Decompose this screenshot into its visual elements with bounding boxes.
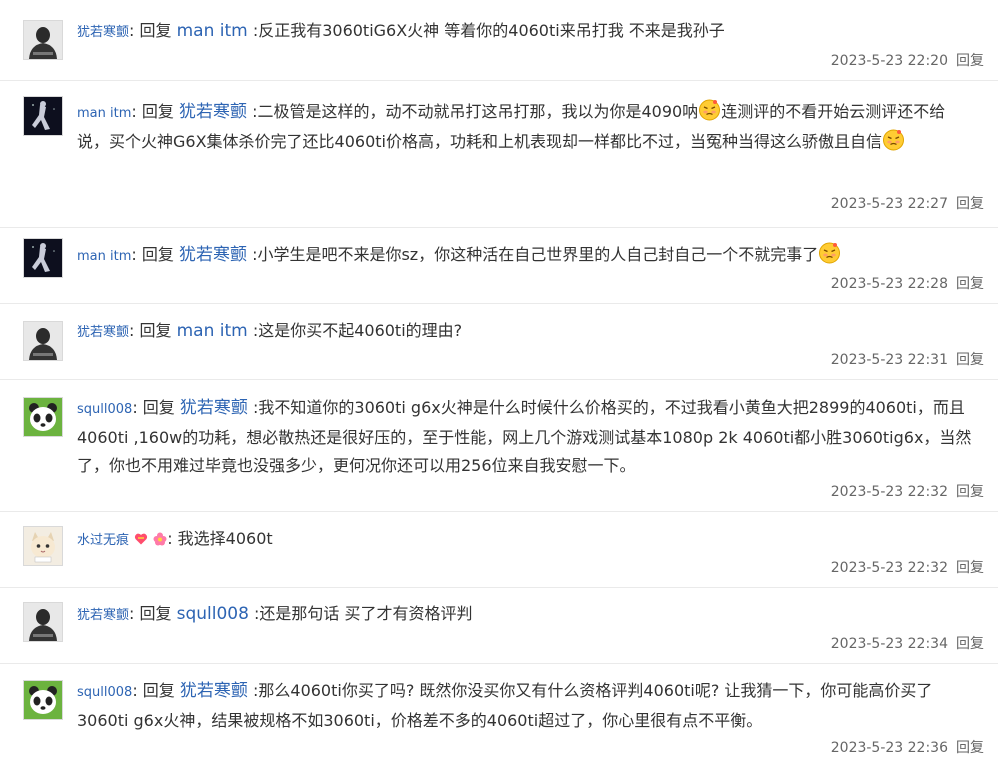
reply-prefix: 回复 bbox=[142, 398, 175, 417]
avatar[interactable] bbox=[23, 20, 63, 60]
reply-content: 水过无痕 : 我选择4060t bbox=[77, 525, 977, 555]
username-link[interactable]: man itm bbox=[77, 249, 131, 264]
reply-prefix: 回复 bbox=[139, 604, 172, 623]
reply-item: 犹若寒颤: 回复 man itm :反正我有3060tiG6X火神 等着你的40… bbox=[0, 0, 998, 81]
reply-meta: 2023-5-23 22:32 回复 bbox=[831, 481, 984, 501]
reply-meta: 2023-5-23 22:36 回复 bbox=[831, 737, 984, 757]
reply-button[interactable]: 回复 bbox=[956, 53, 984, 69]
reply-item: man itm: 回复 犹若寒颤 :二极管是这样的，动不动就吊打这吊打那，我以为… bbox=[0, 81, 998, 228]
reply-prefix: 回复 bbox=[139, 321, 172, 340]
reply-button[interactable]: 回复 bbox=[956, 636, 984, 652]
colon-separator: : bbox=[129, 21, 140, 40]
angry-face-emoji-icon bbox=[698, 98, 721, 121]
reply-prefix: 回复 bbox=[141, 245, 174, 264]
timestamp: 2023-5-23 22:36 bbox=[830, 740, 948, 756]
timestamp: 2023-5-23 22:32 bbox=[830, 560, 948, 576]
reply-target-link[interactable]: squll008 bbox=[177, 604, 249, 624]
username-link[interactable]: squll008 bbox=[77, 402, 132, 417]
reply-button[interactable]: 回复 bbox=[956, 276, 984, 292]
reply-item: squll008: 回复 犹若寒颤 :我不知道你的3060ti g6x火神是什么… bbox=[0, 380, 998, 512]
reply-content: man itm: 回复 犹若寒颤 :二极管是这样的，动不动就吊打这吊打那，我以为… bbox=[77, 98, 977, 156]
reply-meta: 2023-5-23 22:31 回复 bbox=[831, 349, 984, 369]
reply-button[interactable]: 回复 bbox=[956, 352, 984, 368]
username-link[interactable]: 犹若寒颤 bbox=[77, 25, 129, 40]
reply-button[interactable]: 回复 bbox=[956, 196, 984, 212]
reply-button[interactable]: 回复 bbox=[956, 484, 984, 500]
reply-target-link[interactable]: 犹若寒颤 bbox=[179, 245, 247, 265]
reply-target-link[interactable]: man itm bbox=[177, 21, 248, 41]
reply-target-link[interactable]: 犹若寒颤 bbox=[180, 398, 248, 418]
reply-meta: 2023-5-23 22:20 回复 bbox=[831, 50, 984, 70]
reply-item: squll008: 回复 犹若寒颤 :那么4060ti你买了吗? 既然你没买你又… bbox=[0, 664, 998, 757]
reply-text: :小学生是吧不来是你sz，你这种活在自己世界里的人自己封自己一个不就完事了 bbox=[252, 245, 819, 264]
timestamp: 2023-5-23 22:32 bbox=[830, 484, 948, 500]
reply-content: 犹若寒颤: 回复 man itm :反正我有3060tiG6X火神 等着你的40… bbox=[77, 17, 977, 47]
reply-target-link[interactable]: 犹若寒颤 bbox=[179, 102, 247, 122]
reply-content: man itm: 回复 犹若寒颤 :小学生是吧不来是你sz，你这种活在自己世界里… bbox=[77, 241, 977, 271]
reply-content: squll008: 回复 犹若寒颤 :那么4060ti你买了吗? 既然你没买你又… bbox=[77, 677, 977, 735]
reply-button[interactable]: 回复 bbox=[956, 560, 984, 576]
colon-separator: : bbox=[129, 604, 140, 623]
colon-separator: : bbox=[132, 398, 143, 417]
reply-content: 犹若寒颤: 回复 squll008 :还是那句话 买了才有资格评判 bbox=[77, 600, 977, 630]
reply-text: :这是你买不起4060ti的理由? bbox=[252, 321, 463, 340]
reply-button[interactable]: 回复 bbox=[956, 740, 984, 756]
timestamp: 2023-5-23 22:20 bbox=[830, 53, 948, 69]
reply-text: : 我选择4060t bbox=[167, 529, 273, 548]
reply-text: :二极管是这样的，动不动就吊打这吊打那，我以为你是4090呐 bbox=[252, 102, 699, 121]
reply-text: :还是那句话 买了才有资格评判 bbox=[254, 604, 473, 623]
username-link[interactable]: 水过无痕 bbox=[77, 533, 129, 548]
reply-target-link[interactable]: 犹若寒颤 bbox=[180, 681, 248, 701]
colon-separator: : bbox=[131, 102, 142, 121]
avatar[interactable] bbox=[23, 397, 63, 437]
avatar[interactable] bbox=[23, 96, 63, 136]
reply-prefix: 回复 bbox=[139, 21, 172, 40]
avatar[interactable] bbox=[23, 321, 63, 361]
timestamp: 2023-5-23 22:31 bbox=[830, 352, 948, 368]
reply-prefix: 回复 bbox=[141, 102, 174, 121]
timestamp: 2023-5-23 22:27 bbox=[830, 196, 948, 212]
reply-meta: 2023-5-23 22:28 回复 bbox=[831, 273, 984, 293]
reply-target-link[interactable]: man itm bbox=[177, 321, 248, 341]
reply-meta: 2023-5-23 22:32 回复 bbox=[831, 557, 984, 577]
avatar[interactable] bbox=[23, 602, 63, 642]
avatar[interactable] bbox=[23, 680, 63, 720]
heart-badge-icon bbox=[134, 532, 148, 546]
reply-item: man itm: 回复 犹若寒颤 :小学生是吧不来是你sz，你这种活在自己世界里… bbox=[0, 228, 998, 304]
colon-separator: : bbox=[132, 681, 143, 700]
reply-item: 犹若寒颤: 回复 squll008 :还是那句话 买了才有资格评判 2023-5… bbox=[0, 588, 998, 664]
angry-face-emoji-icon bbox=[818, 241, 841, 264]
username-link[interactable]: 犹若寒颤 bbox=[77, 608, 129, 623]
timestamp: 2023-5-23 22:28 bbox=[830, 276, 948, 292]
username-link[interactable]: man itm bbox=[77, 106, 131, 121]
reply-list: 犹若寒颤: 回复 man itm :反正我有3060tiG6X火神 等着你的40… bbox=[0, 0, 998, 757]
username-link[interactable]: 犹若寒颤 bbox=[77, 325, 129, 340]
reply-item: 水过无痕 : 我选择4060t 2023-5-23 22:32 回复 bbox=[0, 512, 998, 588]
reply-text: :反正我有3060tiG6X火神 等着你的4060ti来吊打我 不来是我孙子 bbox=[252, 21, 725, 40]
username-link[interactable]: squll008 bbox=[77, 685, 132, 700]
angry-face-emoji-icon bbox=[882, 128, 905, 151]
avatar[interactable] bbox=[23, 238, 63, 278]
reply-prefix: 回复 bbox=[142, 681, 175, 700]
colon-separator: : bbox=[131, 245, 142, 264]
reply-content: 犹若寒颤: 回复 man itm :这是你买不起4060ti的理由? bbox=[77, 317, 977, 347]
reply-meta: 2023-5-23 22:34 回复 bbox=[831, 633, 984, 653]
flower-badge-icon bbox=[153, 532, 167, 546]
colon-separator: : bbox=[129, 321, 140, 340]
timestamp: 2023-5-23 22:34 bbox=[830, 636, 948, 652]
reply-item: 犹若寒颤: 回复 man itm :这是你买不起4060ti的理由? 2023-… bbox=[0, 304, 998, 380]
avatar[interactable] bbox=[23, 526, 63, 566]
reply-content: squll008: 回复 犹若寒颤 :我不知道你的3060ti g6x火神是什么… bbox=[77, 394, 977, 480]
reply-meta: 2023-5-23 22:27 回复 bbox=[831, 193, 984, 213]
